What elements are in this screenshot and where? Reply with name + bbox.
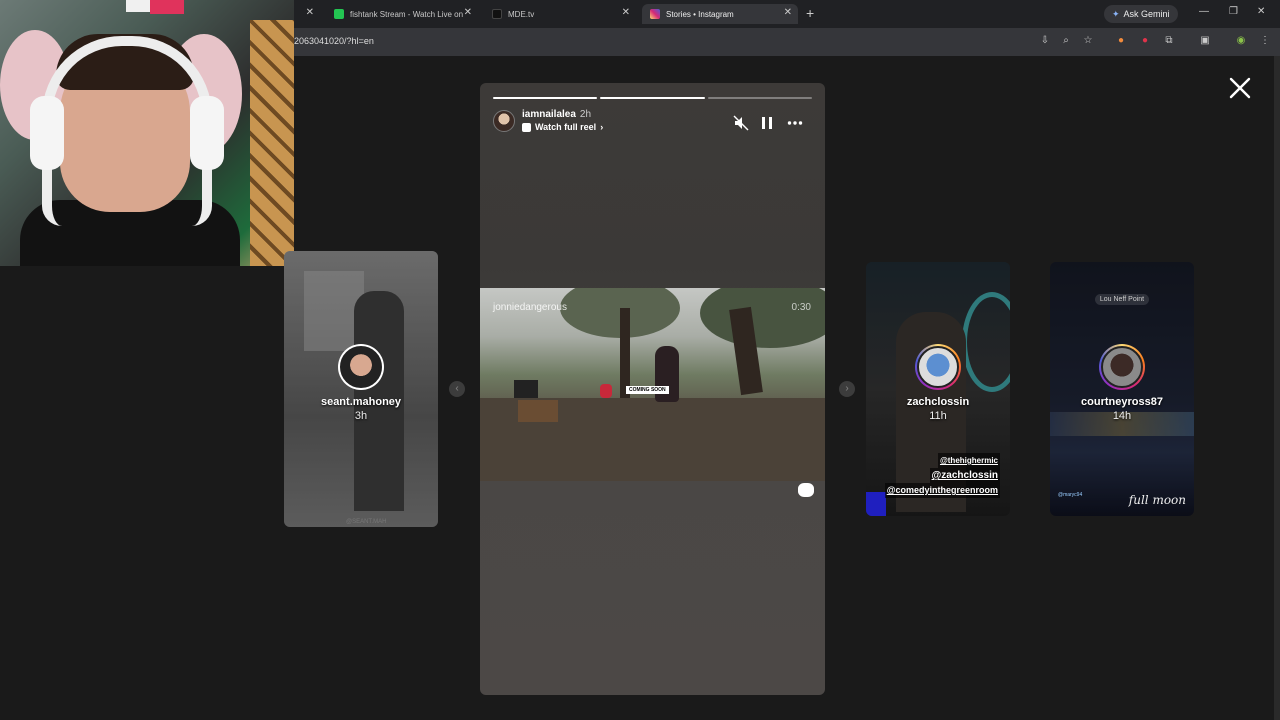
previous-story-arrow-icon[interactable]: ‹: [449, 381, 465, 397]
minimize-button[interactable]: —: [1199, 6, 1209, 17]
cursor-sticker-icon: [798, 483, 814, 497]
profile-avatar-icon[interactable]: ◉: [1235, 35, 1247, 47]
mention-tag: @comedyinthegreenroom: [884, 483, 1000, 498]
next-story-arrow-icon[interactable]: ›: [839, 381, 855, 397]
extension-orange-icon[interactable]: ●: [1115, 35, 1127, 47]
headphone-earcup: [30, 96, 64, 170]
story-avatar: [1099, 344, 1145, 390]
story-time: 2h: [579, 109, 592, 120]
story-caption: @SEANT.MAH: [346, 519, 387, 525]
tree-canopy: [700, 288, 825, 348]
ask-gemini-label: Ask Gemini: [1123, 9, 1170, 19]
tab-label: fishtank Stream - Watch Live on: [350, 9, 464, 19]
side-story-info: seant.mahoney 3h: [284, 344, 438, 422]
crate: [518, 400, 558, 422]
webcam-bg-object: [150, 0, 184, 14]
extension-red-icon[interactable]: ●: [1139, 35, 1151, 47]
tab-label: MDE.tv: [508, 9, 535, 19]
watch-full-reel-link[interactable]: Watch full reel ›: [522, 122, 603, 132]
red-bag: [600, 384, 612, 398]
close-window-button[interactable]: ✕: [1257, 6, 1265, 17]
reel-icon: [522, 122, 531, 132]
video-username: jonniedangerous: [493, 302, 567, 313]
story-progress: [493, 97, 812, 100]
giraffe-plush: [250, 20, 294, 266]
location-label: Lou Neff Point: [1094, 294, 1150, 305]
more-options-icon[interactable]: [787, 115, 803, 131]
video-time: 0:30: [791, 302, 811, 313]
close-icon[interactable]: ✕: [784, 7, 792, 18]
coming-soon-sticker: COMING SOON: [626, 386, 669, 394]
side-story-seant-mahoney[interactable]: seant.mahoney 3h @SEANT.MAH: [284, 251, 438, 527]
story-username[interactable]: iamnailalea: [522, 109, 576, 120]
new-tab-button[interactable]: +: [806, 5, 814, 21]
install-app-icon[interactable]: ⇩: [1039, 35, 1051, 47]
bookmark-star-icon[interactable]: ☆: [1082, 35, 1094, 47]
progress-segment: [600, 97, 705, 99]
tab-instagram-stories[interactable]: Stories • Instagram ✕: [642, 4, 798, 24]
location-sticker: Lou Neff Point: [1050, 294, 1194, 305]
reshared-video: jonniedangerous 0:30 COMING SOON: [480, 288, 825, 481]
mention-tag: @zachclossin: [929, 468, 1000, 483]
watch-full-reel-label: Watch full reel: [535, 122, 597, 132]
story-header: iamnailalea 2h Watch full reel ›: [493, 109, 603, 132]
side-story-courtneyross87[interactable]: Lou Neff Point courtneyross87 14h @maryc…: [1050, 262, 1194, 516]
laptop: [514, 380, 538, 398]
gemini-sparkle-icon: ✦: [1112, 8, 1120, 19]
fishtank-favicon-icon: [334, 9, 344, 19]
side-story-zachclossin[interactable]: zachclossin 11h @thehighermic @zachcloss…: [866, 262, 1010, 516]
headphones: [42, 36, 212, 226]
instagram-favicon-icon: [650, 9, 660, 19]
story-time: 11h: [929, 410, 947, 422]
story-avatar: [338, 344, 384, 390]
chevron-right-icon: ›: [600, 122, 604, 132]
progress-segment: [493, 97, 598, 99]
story-username: courtneyross87: [1081, 396, 1163, 408]
story-mentions: @thehighermic @zachclossin @comedyintheg…: [884, 453, 1000, 498]
story-time: 3h: [354, 410, 368, 422]
story-username: zachclossin: [906, 396, 970, 408]
close-icon[interactable]: ✕: [306, 7, 314, 18]
url-field[interactable]: 2063041020/?hl=en: [294, 36, 374, 46]
progress-segment: [707, 97, 812, 99]
restore-button[interactable]: ❐: [1229, 6, 1238, 17]
tree-trunk: [620, 308, 630, 398]
close-icon[interactable]: ✕: [464, 7, 472, 18]
tab-mde[interactable]: MDE.tv ✕: [484, 4, 636, 24]
zoom-icon[interactable]: ⌕: [1060, 35, 1072, 47]
ask-gemini-button[interactable]: ✦ Ask Gemini: [1104, 5, 1178, 23]
side-story-info: zachclossin 11h: [866, 344, 1010, 422]
webcam-overlay: [0, 0, 294, 266]
story-time: 14h: [1112, 410, 1132, 422]
tab-label: Stories • Instagram: [666, 9, 734, 19]
story-avatar: [915, 344, 961, 390]
story-handle: @maryc94: [1058, 492, 1083, 498]
side-story-info: courtneyross87 14h: [1050, 344, 1194, 422]
mde-favicon-icon: [492, 9, 502, 19]
tab-close-prev[interactable]: ✕: [300, 4, 320, 24]
story-username-line: iamnailalea 2h: [522, 109, 603, 120]
close-icon[interactable]: ✕: [622, 7, 630, 18]
handwritten-caption: full moon: [1128, 493, 1186, 507]
menu-kebab-icon[interactable]: ⋮: [1259, 35, 1271, 47]
close-stories-icon[interactable]: [1228, 76, 1252, 100]
main-story[interactable]: iamnailalea 2h Watch full reel › jonnieda…: [480, 83, 825, 695]
headphone-earcup: [190, 96, 224, 170]
tab-fishtank[interactable]: fishtank Stream - Watch Live on ✕: [326, 4, 478, 24]
pause-icon[interactable]: [759, 115, 775, 131]
story-username: seant.mahoney: [320, 396, 402, 408]
extensions-puzzle-icon[interactable]: ⧉: [1163, 35, 1175, 47]
mention-tag: @thehighermic: [937, 453, 1000, 468]
story-avatar[interactable]: [493, 109, 515, 132]
muted-speaker-icon[interactable]: [733, 115, 749, 131]
page-scrollbar[interactable]: [1274, 56, 1280, 720]
side-panel-icon[interactable]: ▣: [1199, 35, 1211, 47]
